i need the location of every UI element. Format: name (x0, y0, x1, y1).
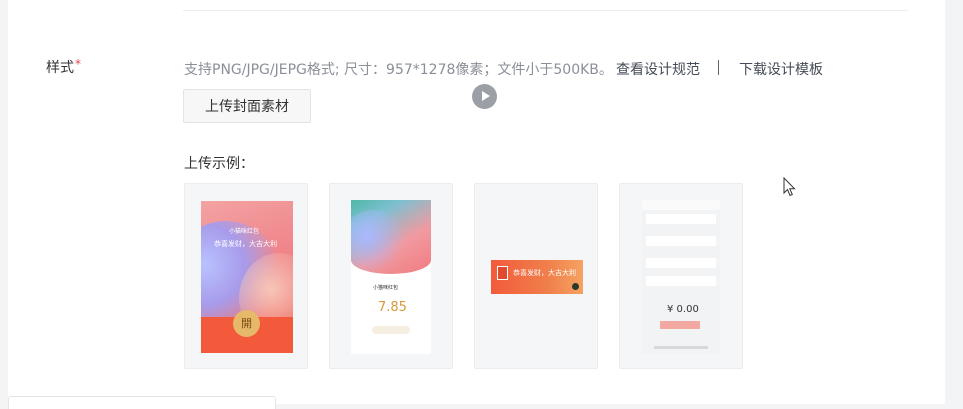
upload-cover-button[interactable]: 上传封面素材 (183, 89, 311, 123)
download-template-link[interactable]: 下载设计模板 (739, 59, 823, 79)
example-card-detail: 小猫咪红包 7.85 (329, 183, 453, 369)
page-gutter (945, 0, 963, 404)
mini-footer-line (654, 346, 708, 349)
bubble-badge-icon (572, 283, 579, 290)
bottom-panel-tab (8, 396, 276, 409)
detail-header-art (351, 200, 431, 274)
required-mark: * (75, 57, 81, 71)
example-chat-bubble: 恭喜发财，大吉大利 (491, 260, 583, 294)
example-card-send: ¥ 0.00 (619, 183, 743, 369)
example-brand-text: 小猫咪红包 (373, 285, 399, 291)
example-cover-image: 小猫咪红包 恭喜发财，大吉大利 開 (201, 201, 293, 353)
style-field-label: 样式* (46, 57, 81, 77)
upload-examples-label: 上传示例： (184, 156, 254, 172)
mini-form-row (646, 258, 716, 268)
decor-petal (351, 210, 405, 274)
example-card-bubble: 恭喜发财，大吉大利 (474, 183, 598, 369)
view-design-spec-link[interactable]: 查看设计规范 (616, 59, 700, 79)
envelope-icon (497, 266, 508, 280)
example-amount-text: 7.85 (378, 300, 407, 315)
mouse-cursor-icon (783, 177, 796, 197)
mini-form-row (646, 236, 716, 246)
mini-form-row (646, 276, 716, 286)
mini-form-row (646, 214, 716, 224)
example-send-page: ¥ 0.00 (642, 200, 720, 354)
open-envelope-button: 開 (233, 310, 260, 337)
link-separator (718, 60, 719, 75)
example-greeting-text: 恭喜发财，大吉大利 (513, 269, 576, 277)
mini-title-bar (642, 200, 720, 210)
section-divider (183, 10, 908, 11)
example-greeting-text: 恭喜发财，大吉大利 (214, 240, 277, 248)
example-card-cover: 小猫咪红包 恭喜发财，大吉大利 開 (184, 183, 308, 369)
upload-hint-text: 支持PNG/JPG/JEPG格式; 尺寸：957*1278像素；文件小于500K… (184, 62, 613, 78)
detail-action-pill (372, 326, 410, 334)
style-label-text: 样式 (46, 60, 74, 76)
example-detail-image: 小猫咪红包 7.85 (351, 200, 431, 354)
mini-send-button (660, 321, 700, 329)
play-icon[interactable] (472, 84, 497, 109)
example-amount-text: ¥ 0.00 (667, 304, 699, 315)
example-brand-text: 小猫咪红包 (229, 228, 260, 235)
